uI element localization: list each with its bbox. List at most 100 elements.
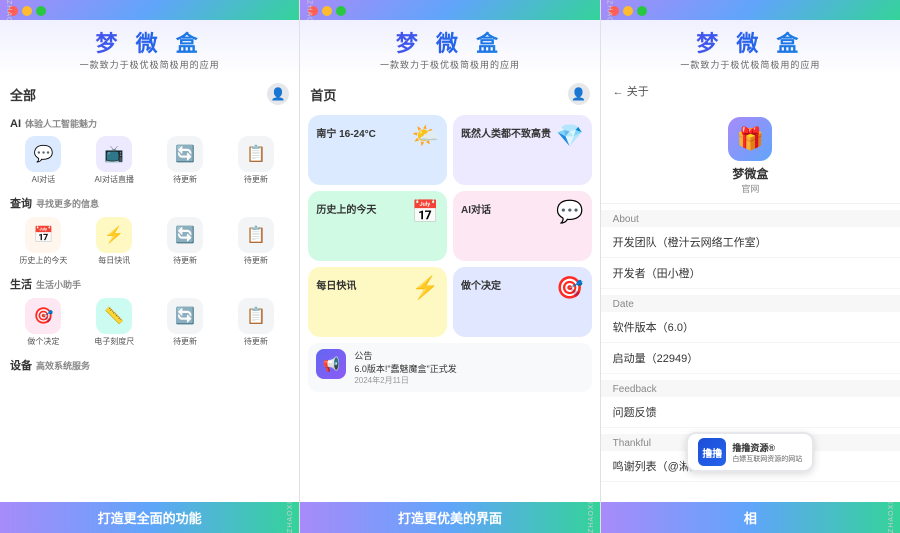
section-life-label: 生活 bbox=[10, 276, 32, 292]
q-pending2-icon: 📋 bbox=[238, 217, 274, 253]
ruler-icon: 📏 bbox=[96, 298, 132, 334]
list-item[interactable]: 🔄 待更新 bbox=[152, 217, 219, 266]
about-section-feedback: Feedback 问题反馈 bbox=[601, 380, 900, 428]
section-ai-sub: 体验人工智能魅力 bbox=[25, 117, 97, 130]
user-avatar-1[interactable]: 👤 bbox=[267, 83, 289, 105]
thankful-row: 鸣谢列表（@淋菇 @奶奶抱凌青橼） bbox=[601, 451, 900, 482]
section-query: 查询 寻找更多的信息 bbox=[10, 195, 289, 211]
back-button[interactable]: ← 关于 bbox=[613, 83, 649, 99]
section-query-sub: 寻找更多的信息 bbox=[36, 197, 99, 210]
panel-content-3: ← 关于 🎁 梦微盒 官网 About 开发团队（橙汁云网络工作室） 开发者（田… bbox=[601, 75, 900, 502]
card-grid-top: 南宁 16-24°C 🌤️ 既然人类都不致高贵 💎 bbox=[308, 115, 591, 185]
list-item[interactable]: 📋 待更新 bbox=[222, 298, 289, 347]
history-icon: 📅 bbox=[412, 199, 439, 225]
announcement-label: 公告 bbox=[354, 349, 456, 362]
panel-bottom-3: 相 bbox=[601, 502, 900, 533]
feedback-row[interactable]: 问题反馈 bbox=[601, 397, 900, 428]
traffic-green-1[interactable] bbox=[36, 6, 46, 16]
section-life-sub: 生活小助手 bbox=[36, 278, 81, 291]
l-pending1-icon: 🔄 bbox=[167, 298, 203, 334]
user-avatar-2[interactable]: 👤 bbox=[568, 83, 590, 105]
ai-pending2-label: 待更新 bbox=[244, 174, 268, 185]
l-pending2-label: 待更新 bbox=[244, 336, 268, 347]
panel-1: ZHAOXIN◇ZHAOXIN◇ZHAOXIN◇ZHAOXIN◇ZHAOXIN◇… bbox=[0, 0, 299, 533]
ai-pending1-icon: 🔄 bbox=[167, 136, 203, 172]
traffic-green-3[interactable] bbox=[637, 6, 647, 16]
section-life: 生活 生活小助手 bbox=[10, 276, 289, 292]
panel-bottom-2: 打造更优美的界面 bbox=[300, 502, 599, 533]
q-pending2-label: 待更新 bbox=[244, 255, 268, 266]
ai-pending2-icon: 📋 bbox=[238, 136, 274, 172]
ai-live-label: AI对话直播 bbox=[94, 174, 134, 185]
nav-title-2: 首页 bbox=[310, 85, 336, 104]
nav-title-1: 全部 bbox=[10, 85, 36, 104]
q-pending1-icon: 🔄 bbox=[167, 217, 203, 253]
decide-icon: 🎯 bbox=[556, 275, 583, 301]
nav-bar-2: 首页 👤 bbox=[300, 75, 599, 109]
decision-icon: 🎯 bbox=[25, 298, 61, 334]
panel-content-1: 全部 👤 AI 体验人工智能魅力 💬 AI对话 📺 AI对话直播 🔄 bbox=[0, 75, 299, 502]
history-card[interactable]: 历史上的今天 📅 bbox=[308, 191, 447, 261]
ai-live-icon: 📺 bbox=[96, 136, 132, 172]
p1-sections: AI 体验人工智能魅力 💬 AI对话 📺 AI对话直播 🔄 待更新 📋 bbox=[0, 109, 299, 387]
titlebar-2 bbox=[300, 0, 599, 20]
quote-icon: 💎 bbox=[556, 123, 583, 149]
ai-card[interactable]: AI对话 💬 bbox=[453, 191, 592, 261]
app-header-2: 梦 微 盒 一款致力于极优极简极用的应用 bbox=[300, 20, 599, 75]
about-row-dev: 开发者（田小橙） bbox=[601, 258, 900, 289]
traffic-yellow-3[interactable] bbox=[623, 6, 633, 16]
list-item[interactable]: 📋 待更新 bbox=[222, 136, 289, 185]
about-section-title: About bbox=[601, 210, 900, 227]
list-item[interactable]: 💬 AI对话 bbox=[10, 136, 77, 185]
traffic-yellow-2[interactable] bbox=[322, 6, 332, 16]
announcement-content: 公告 6.0版本!"蠢魅魔盒"正式发 2024年2月11日 bbox=[354, 349, 456, 386]
list-item[interactable]: 📺 AI对话直播 bbox=[81, 136, 148, 185]
panel-3: ZHAOXIN◇ZHAOXIN◇ZHAOXIN◇ZHAOXIN◇ZHAOXIN◇… bbox=[601, 0, 900, 533]
about-section-thankful: Thankful 鸣谢列表（@淋菇 @奶奶抱凌青橼） bbox=[601, 434, 900, 482]
app-subtitle-2: 一款致力于极优极简极用的应用 bbox=[304, 58, 595, 71]
quote-card[interactable]: 既然人类都不致高贵 💎 bbox=[453, 115, 592, 185]
weather-card[interactable]: 南宁 16-24°C 🌤️ bbox=[308, 115, 447, 185]
date-row-launches: 启动量（22949） bbox=[601, 343, 900, 374]
traffic-yellow-1[interactable] bbox=[22, 6, 32, 16]
nav-bar-1: 全部 👤 bbox=[0, 75, 299, 109]
about-row-team: 开发团队（橙汁云网络工作室） bbox=[601, 227, 900, 258]
ai-chat-label: AI对话 bbox=[32, 174, 56, 185]
ai-grid: 💬 AI对话 📺 AI对话直播 🔄 待更新 📋 待更新 bbox=[10, 136, 289, 185]
about-app-tag: 官网 bbox=[741, 182, 759, 195]
app-subtitle-1: 一款致力于极优极简极用的应用 bbox=[4, 58, 295, 71]
decide-card[interactable]: 做个决定 🎯 bbox=[453, 267, 592, 337]
announcement-date: 2024年2月11日 bbox=[354, 375, 456, 386]
traffic-green-2[interactable] bbox=[336, 6, 346, 16]
news-card[interactable]: 每日快讯 ⚡ bbox=[308, 267, 447, 337]
list-item[interactable]: 🔄 待更新 bbox=[152, 298, 219, 347]
about-app-info: 🎁 梦微盒 官网 bbox=[601, 107, 900, 204]
life-grid: 🎯 做个决定 📏 电子刻度尺 🔄 待更新 📋 待更新 bbox=[10, 298, 289, 347]
today-history-label: 历史上的今天 bbox=[19, 255, 67, 266]
news-icon: ⚡ bbox=[412, 275, 439, 301]
app-subtitle-3: 一款致力于极优极简极用的应用 bbox=[605, 58, 896, 71]
announcement-icon: 📢 bbox=[316, 349, 346, 379]
feedback-section-title: Feedback bbox=[601, 380, 900, 397]
panel-2: ZHAOXIN◇ZHAOXIN◇ZHAOXIN◇ZHAOXIN◇ZHAOXIN◇… bbox=[299, 0, 600, 533]
thankful-section-title: Thankful bbox=[601, 434, 900, 451]
list-item[interactable]: 📏 电子刻度尺 bbox=[81, 298, 148, 347]
list-item[interactable]: 🎯 做个决定 bbox=[10, 298, 77, 347]
decision-label: 做个决定 bbox=[27, 336, 59, 347]
section-query-label: 查询 bbox=[10, 195, 32, 211]
ai-pending1-label: 待更新 bbox=[173, 174, 197, 185]
list-item[interactable]: 📋 待更新 bbox=[222, 217, 289, 266]
ruler-label: 电子刻度尺 bbox=[94, 336, 134, 347]
app-header-3: 梦 微 盒 一款致力于极优极简极用的应用 bbox=[601, 20, 900, 75]
section-device-sub: 高效系统服务 bbox=[36, 359, 90, 372]
date-section-title: Date bbox=[601, 295, 900, 312]
section-device: 设备 高效系统服务 bbox=[10, 357, 289, 373]
card-grid-bot: 每日快讯 ⚡ 做个决定 🎯 bbox=[308, 267, 591, 337]
list-item[interactable]: ⚡ 每日快讯 bbox=[81, 217, 148, 266]
app-title-1: 梦 微 盒 bbox=[4, 26, 295, 58]
p2-sections: 南宁 16-24°C 🌤️ 既然人类都不致高贵 💎 历史上的今天 📅 AI对话 … bbox=[300, 109, 599, 398]
list-item[interactable]: 📅 历史上的今天 bbox=[10, 217, 77, 266]
announcement-bar: 📢 公告 6.0版本!"蠢魅魔盒"正式发 2024年2月11日 bbox=[308, 343, 591, 392]
q-pending1-label: 待更新 bbox=[173, 255, 197, 266]
list-item[interactable]: 🔄 待更新 bbox=[152, 136, 219, 185]
